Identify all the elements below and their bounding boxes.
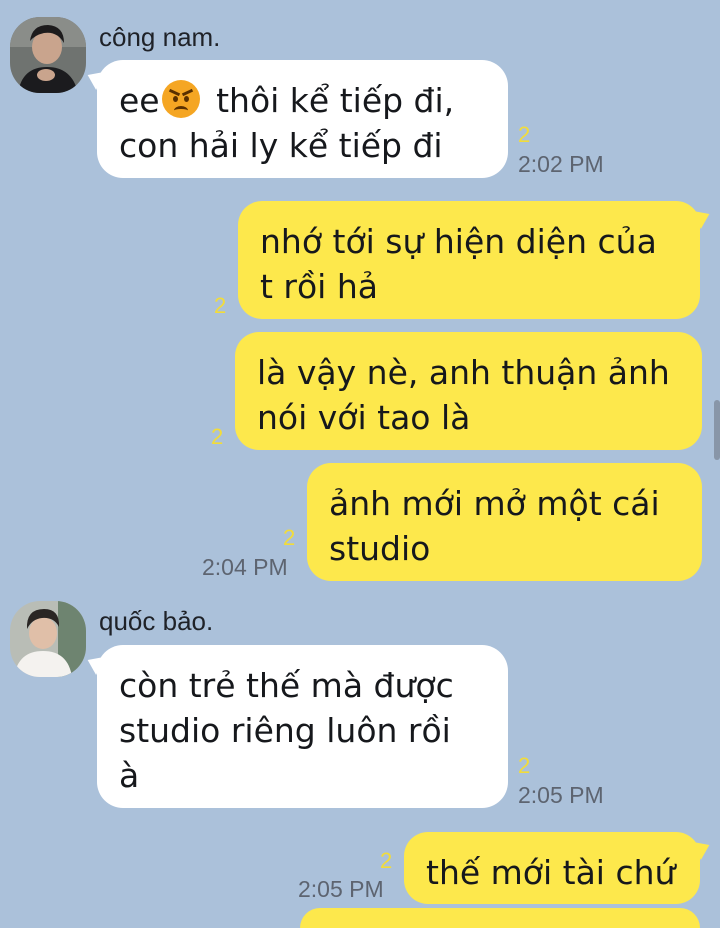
message-timestamp: 2:05 PM [298, 876, 384, 902]
message-timestamp: 2:02 PM [518, 151, 604, 177]
message-bubble-outgoing[interactable]: là vậy nè, anh thuận ảnh nói với tao là [235, 332, 702, 450]
message-line: còn trẻ thế mà được [119, 666, 454, 705]
read-count: 2 [214, 293, 227, 318]
message-line: à [119, 756, 140, 795]
message-bubble-outgoing-partial[interactable] [300, 908, 700, 928]
message-timestamp: 2:04 PM [202, 554, 288, 580]
message-line: nhớ tới sự hiện diện của [260, 222, 657, 261]
message-timestamp: 2:05 PM [518, 782, 604, 808]
read-count: 2 [380, 848, 393, 873]
message-bubble-incoming[interactable]: ee thôi kể tiếp đi, con hải ly kể tiếp đ… [97, 60, 508, 178]
message-line: thế mới tài chứ [426, 853, 676, 892]
message-line: studio [329, 529, 431, 568]
message-line: con hải ly kể tiếp đi [119, 126, 443, 165]
sender-avatar-cong-nam[interactable] [10, 17, 86, 93]
angry-face-icon [161, 80, 200, 118]
read-count: 2 [518, 753, 531, 778]
message-line: ee thôi kể tiếp đi, [119, 80, 455, 120]
scrollbar[interactable] [714, 400, 720, 460]
read-count: 2 [211, 424, 224, 449]
read-count: 2 [518, 122, 531, 147]
message-line: studio riêng luôn rồi [119, 711, 451, 750]
message-bubble-outgoing[interactable]: ảnh mới mở một cái studio [307, 463, 702, 581]
message-line: nói với tao là [257, 398, 471, 437]
message-line: là vậy nè, anh thuận ảnh [257, 353, 670, 392]
read-count: 2 [283, 525, 296, 550]
sender-name-quoc-bao: quốc bảo. [99, 606, 214, 636]
sender-avatar-quoc-bao[interactable] [10, 601, 86, 677]
message-bubble-outgoing[interactable]: nhớ tới sự hiện diện của t rồi hả [238, 201, 700, 319]
message-line: t rồi hả [260, 267, 378, 306]
message-line: ảnh mới mở một cái [329, 484, 660, 523]
message-bubble-outgoing[interactable]: thế mới tài chứ [404, 832, 700, 904]
sender-name-cong-nam: công nam. [99, 22, 221, 52]
message-bubble-incoming[interactable]: còn trẻ thế mà được studio riêng luôn rồ… [97, 645, 508, 808]
